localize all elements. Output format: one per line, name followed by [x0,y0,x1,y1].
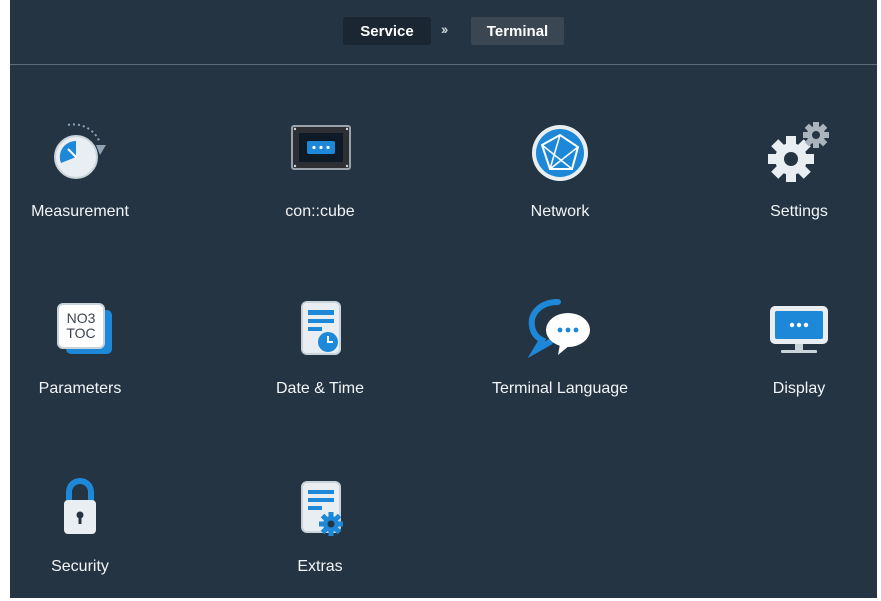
monitor-icon [770,306,828,353]
calendar-clock-icon [301,301,341,355]
clock-icon [54,123,106,179]
tile-label: Terminal Language [491,380,629,397]
breadcrumb-service[interactable]: Service [343,17,431,45]
breadcrumb-separator-icon: ›› [441,21,448,37]
tile-label: Parameters [38,380,122,397]
tile-label: Display [772,380,826,397]
document-gear-icon [301,481,343,536]
tile-con-cube[interactable]: con::cube [260,115,380,230]
tile-date-time[interactable]: Date & Time [260,292,380,407]
terminal-screen: Service ›› Terminal Measurement con::cub… [10,0,877,598]
globe-network-icon [532,125,588,181]
tile-extras[interactable]: Extras [260,470,380,585]
tile-security[interactable]: Security [20,470,140,585]
parameter-toc-text: TOC [66,325,95,341]
tile-label: con::cube [285,203,355,220]
parameter-no3-text: NO3 [67,310,96,326]
tile-label: Network [530,203,590,220]
tile-label: Extras [297,558,343,575]
tile-settings[interactable]: Settings [739,115,859,230]
tile-label: Date & Time [275,380,365,397]
gears-icon [768,122,829,182]
tile-label: Measurement [31,203,129,220]
tile-display[interactable]: Display [739,292,859,407]
tile-terminal-language[interactable]: Terminal Language [492,292,628,407]
tile-label: Security [51,558,109,575]
padlock-icon [64,478,96,534]
parameters-card-icon: NO3 TOC [57,303,112,354]
breadcrumb-terminal[interactable]: Terminal [471,17,564,45]
tile-measurement[interactable]: Measurement [20,115,140,230]
breadcrumb: Service ›› Terminal [10,0,877,65]
tile-parameters[interactable]: NO3 TOC Parameters [20,292,140,407]
tile-network[interactable]: Network [500,115,620,230]
device-icon [291,125,351,170]
tile-label: Settings [770,203,828,220]
speech-bubbles-icon [527,299,590,359]
